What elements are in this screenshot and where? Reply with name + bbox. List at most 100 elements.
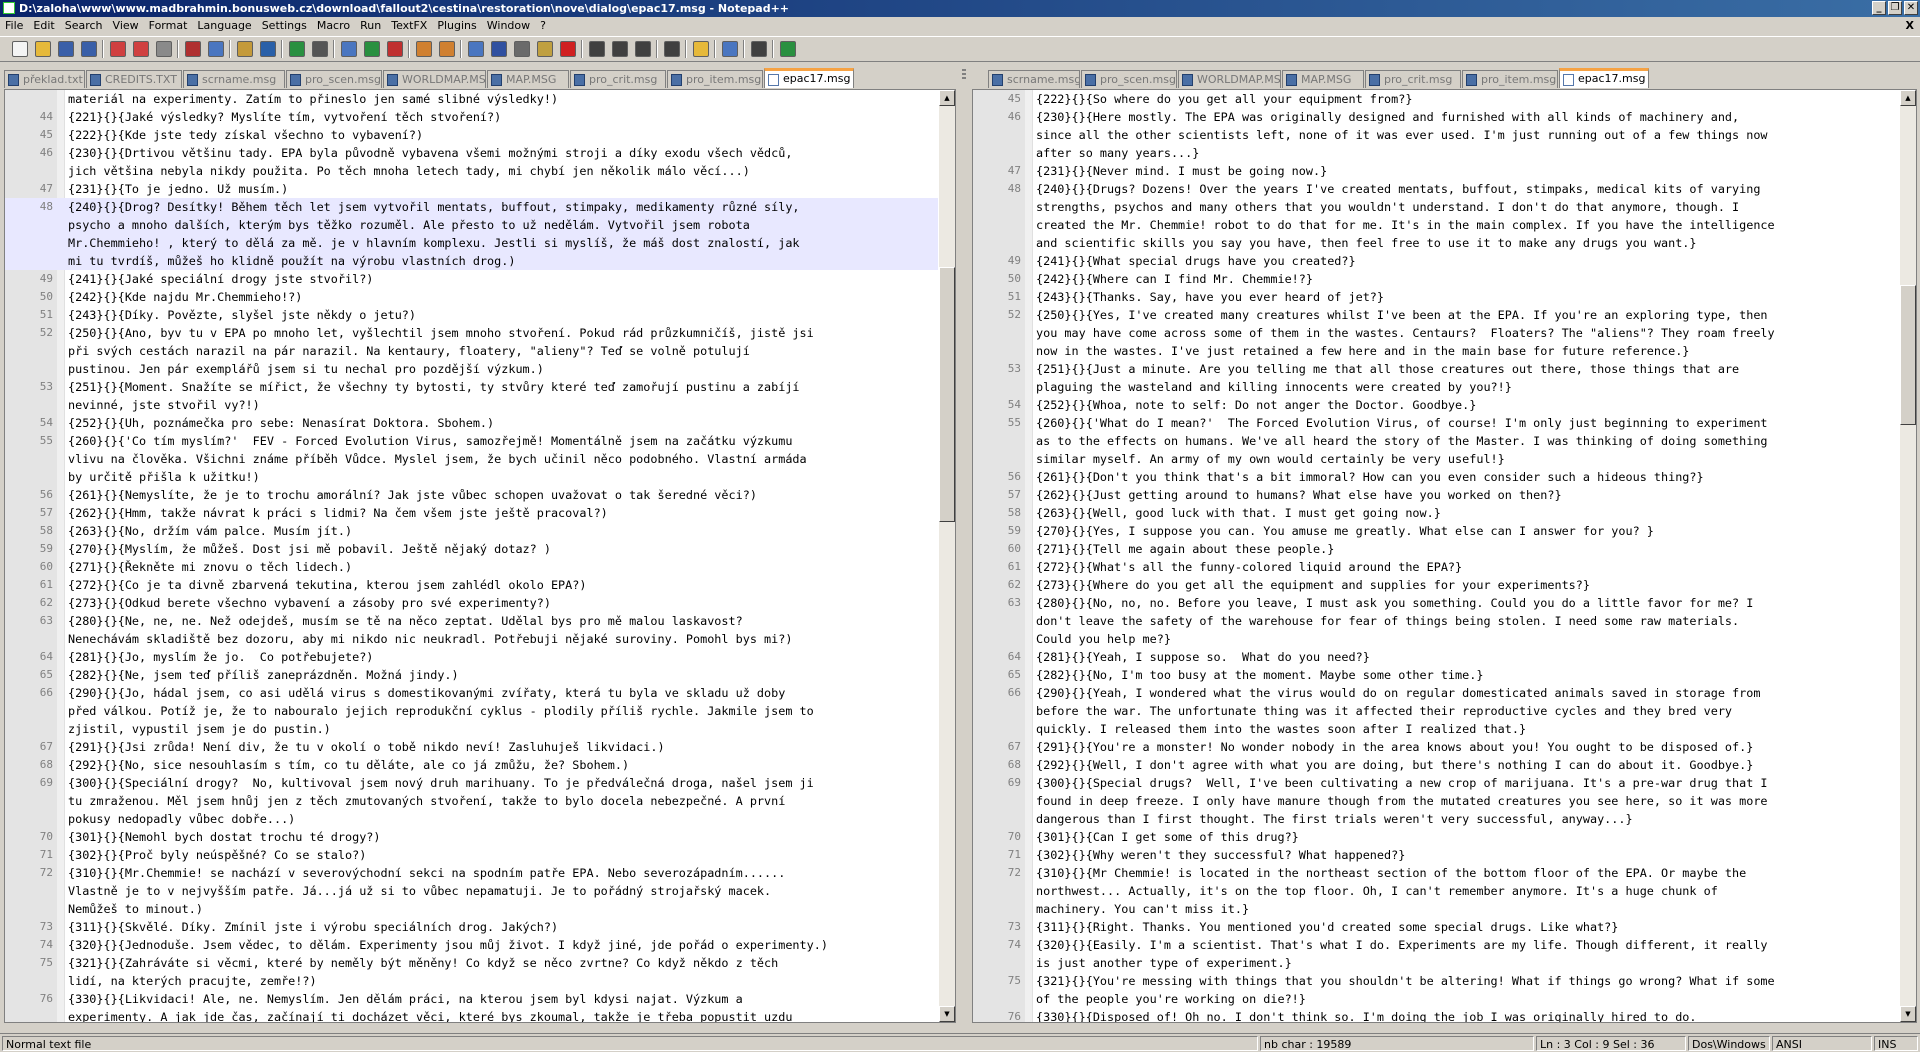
editor-line[interactable]: 75 {321}{}{You're messing with things tha… xyxy=(973,972,1899,990)
editor-line[interactable]: you may have come across some of them in… xyxy=(973,324,1899,342)
zoom-in-icon[interactable] xyxy=(364,41,380,57)
close-button[interactable]: ✕ xyxy=(1904,1,1918,15)
line-text[interactable]: plaguing the wasteland and killing innoc… xyxy=(1036,378,1512,396)
editor-line[interactable]: don't leave the safety of the warehouse … xyxy=(973,612,1899,630)
tab-scrname-msg[interactable]: scrname.msg xyxy=(988,70,1080,88)
menu-view[interactable]: View xyxy=(108,17,144,35)
editor-line[interactable]: quickly. I released them into the wastes… xyxy=(973,720,1899,738)
copy-icon[interactable] xyxy=(208,41,224,57)
text-area-right[interactable]: 45 {222}{}{So where do you get all your e… xyxy=(973,90,1899,1022)
line-text[interactable]: při svých cestách narazil na pár narazil… xyxy=(68,342,750,360)
line-text[interactable]: found in deep freeze. I only have manure… xyxy=(1036,792,1768,810)
editor-line[interactable]: 51 {243}{}{Díky. Povězte, slyšel jste něk… xyxy=(5,306,938,324)
line-text[interactable]: {272}{}{Co je ta divně zbarvená tekutina… xyxy=(68,576,586,594)
editor-line[interactable]: 66 {290}{}{Jo, hádal jsem, co asi udělá v… xyxy=(5,684,938,702)
editor-line[interactable]: 65 {282}{}{Ne, jsem teď příliš zaneprázdn… xyxy=(5,666,938,684)
line-text[interactable]: since all the other scientists left, non… xyxy=(1036,126,1768,144)
line-text[interactable]: now in the wastes. I've just retained a … xyxy=(1036,342,1689,360)
editor-line[interactable]: dangerous than I first thought. The firs… xyxy=(973,810,1899,828)
editor-line[interactable]: as to the effects on humans. We've all h… xyxy=(973,432,1899,450)
line-text[interactable]: {260}{}{'Co tím myslím?' FEV - Forced Ev… xyxy=(68,432,792,450)
line-text[interactable]: {230}{}{Drtivou většinu tady. EPA byla p… xyxy=(68,144,792,162)
editor-line[interactable]: 50 {242}{}{Kde najdu Mr.Chemmieho!?) xyxy=(5,288,938,306)
editor-line[interactable]: 53 {251}{}{Moment. Snažíte se mířict, že … xyxy=(5,378,938,396)
minimize-button[interactable]: _ xyxy=(1872,1,1886,15)
editor-line[interactable]: Could you help me?} xyxy=(973,630,1899,648)
new-file-icon[interactable] xyxy=(12,41,28,57)
line-text[interactable]: {291}{}{Jsi zrůda! Není div, že tu v oko… xyxy=(68,738,665,756)
menu-textfx[interactable]: TextFX xyxy=(386,17,432,35)
line-text[interactable]: {330}{}{Disposed of! Oh no. I don't thin… xyxy=(1036,1008,1697,1022)
replace-icon[interactable] xyxy=(341,41,357,57)
editor-line[interactable]: jich většina nebyla nikdy použita. Po tě… xyxy=(5,162,938,180)
sync-h-icon[interactable] xyxy=(439,41,455,57)
editor-line[interactable]: of the people you're working on die?!} xyxy=(973,990,1899,1008)
line-text[interactable]: {251}{}{Just a minute. Are you telling m… xyxy=(1036,360,1739,378)
line-text[interactable]: and scientific skills you say you have, … xyxy=(1036,234,1697,252)
line-text[interactable]: {262}{}{Just getting around to humans? W… xyxy=(1036,486,1562,504)
menu-plugins[interactable]: Plugins xyxy=(432,17,481,35)
line-text[interactable]: {272}{}{What's all the funny-colored liq… xyxy=(1036,558,1462,576)
editor-line[interactable]: since all the other scientists left, non… xyxy=(973,126,1899,144)
line-text[interactable]: by určitě přišla k užitku!) xyxy=(68,468,260,486)
editor-line[interactable]: materiál na experimenty. Zatím to přines… xyxy=(5,90,938,108)
line-text[interactable]: {250}{}{Yes, I've created many creatures… xyxy=(1036,306,1768,324)
editor-line[interactable]: 70 {301}{}{Can I get some of this drug?} xyxy=(973,828,1899,846)
scroll-thumb[interactable] xyxy=(939,267,955,522)
menu-language[interactable]: Language xyxy=(192,17,256,35)
line-text[interactable]: {310}{}{Mr Chemmie! is located in the no… xyxy=(1036,864,1746,882)
menu-settings[interactable]: Settings xyxy=(257,17,312,35)
editor-line[interactable]: 47 {231}{}{To je jedno. Už musím.) xyxy=(5,180,938,198)
editor-line[interactable]: created the Mr. Chemmie! robot to do tha… xyxy=(973,216,1899,234)
line-text[interactable]: {302}{}{Proč byly neúspěšné? Co se stalo… xyxy=(68,846,366,864)
editor-line[interactable]: 56 {261}{}{Don't you think that's a bit i… xyxy=(973,468,1899,486)
line-text[interactable]: {330}{}{Likvidaci! Ale, ne. Nemyslím. Je… xyxy=(68,990,743,1008)
editor-line[interactable]: 55 {260}{}{'Co tím myslím?' FEV - Forced … xyxy=(5,432,938,450)
line-text[interactable]: materiál na experimenty. Zatím to přines… xyxy=(68,90,558,108)
menu-edit[interactable]: Edit xyxy=(28,17,59,35)
line-text[interactable]: pustinou. Jen pár exemplářů jsem si tu n… xyxy=(68,360,544,378)
editor-line[interactable]: 71 {302}{}{Proč byly neúspěšné? Co se sta… xyxy=(5,846,938,864)
line-text[interactable]: Vlastně je to v nejvyšším patře. Já...já… xyxy=(68,882,771,900)
save-icon[interactable] xyxy=(58,41,74,57)
vertical-scrollbar-left[interactable]: ▲ ▼ xyxy=(938,90,955,1022)
save-all-icon[interactable] xyxy=(81,41,97,57)
editor-line[interactable]: machinery. You can't miss it.} xyxy=(973,900,1899,918)
line-text[interactable]: {300}{}{Special drugs? Well, I've been c… xyxy=(1036,774,1768,792)
view-splitter[interactable] xyxy=(960,66,968,1025)
editor-line[interactable]: Vlastně je to v nejvyšším patře. Já...já… xyxy=(5,882,938,900)
line-text[interactable]: mi tu tvrdíš, můžeš ho klidně použít na … xyxy=(68,252,515,270)
editor-line[interactable]: before the war. The unfortunate thing wa… xyxy=(973,702,1899,720)
editor-line[interactable]: 70 {301}{}{Nemohl bych dostat trochu té d… xyxy=(5,828,938,846)
editor-line[interactable]: 67 {291}{}{Jsi zrůda! Není div, že tu v o… xyxy=(5,738,938,756)
tab-p-eklad-txt[interactable]: překlad.txt xyxy=(4,70,85,88)
line-text[interactable]: {230}{}{Here mostly. The EPA was origina… xyxy=(1036,108,1739,126)
tab-worldmap-msg[interactable]: WORLDMAP.MSG xyxy=(1178,70,1281,88)
line-text[interactable]: před válkou. Potíž je, že to nabouralo j… xyxy=(68,702,814,720)
editor-line[interactable]: 69 {300}{}{Speciální drogy? No, kultivova… xyxy=(5,774,938,792)
line-text[interactable]: {221}{}{Jaké výsledky? Myslíte tím, vytv… xyxy=(68,108,501,126)
editor-line[interactable]: found in deep freeze. I only have manure… xyxy=(973,792,1899,810)
editor-line[interactable]: 74 {320}{}{Jednoduše. Jsem vědec, to dělá… xyxy=(5,936,938,954)
line-text[interactable]: Nemůžeš to minout.) xyxy=(68,900,203,918)
spell-check-icon[interactable] xyxy=(780,41,796,57)
line-text[interactable]: {292}{}{Well, I don't agree with what yo… xyxy=(1036,756,1753,774)
editor-line[interactable]: 62 {273}{}{Odkud berete všechno vybavení … xyxy=(5,594,938,612)
text-area-left[interactable]: materiál na experimenty. Zatím to přines… xyxy=(5,90,938,1022)
tab-pro-item-msg[interactable]: pro_item.msg xyxy=(667,70,763,88)
line-text[interactable]: don't leave the safety of the warehouse … xyxy=(1036,612,1739,630)
editor-line[interactable]: 64 {281}{}{Yeah, I suppose so. What do yo… xyxy=(973,648,1899,666)
tab-map-msg[interactable]: MAP.MSG xyxy=(1282,70,1364,88)
line-text[interactable]: before the war. The unfortunate thing wa… xyxy=(1036,702,1732,720)
explorer-icon[interactable] xyxy=(693,41,709,57)
line-text[interactable]: {252}{}{Uh, poznámečka pro sebe: Nenasír… xyxy=(68,414,494,432)
editor-line[interactable]: and scientific skills you say you have, … xyxy=(973,234,1899,252)
line-text[interactable]: Nenechávám skladiště bez dozoru, aby mi … xyxy=(68,630,792,648)
editor-line[interactable]: 75 {321}{}{Zahráváte si věcmi, které by n… xyxy=(5,954,938,972)
tab-pro-crit-msg[interactable]: pro_crit.msg xyxy=(1365,70,1461,88)
editor-line[interactable]: Mr.Chemmieho! , který to dělá za mě. je … xyxy=(5,234,938,252)
line-text[interactable]: {231}{}{To je jedno. Už musím.) xyxy=(68,180,288,198)
line-text[interactable]: {321}{}{You're messing with things that … xyxy=(1036,972,1775,990)
editor-line[interactable]: 52 {250}{}{Ano, byv tu v EPA po mnoho let… xyxy=(5,324,938,342)
editor-line[interactable]: 57 {262}{}{Just getting around to humans?… xyxy=(973,486,1899,504)
